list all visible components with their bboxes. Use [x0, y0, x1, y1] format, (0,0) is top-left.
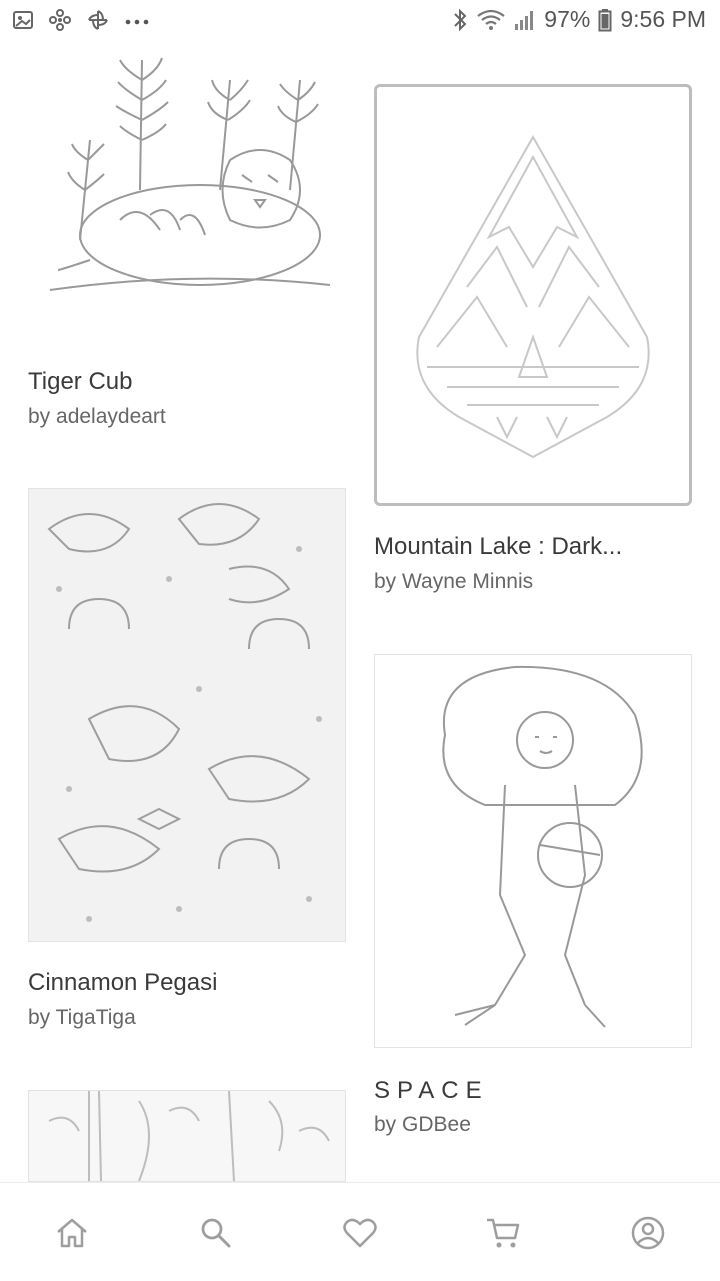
- nav-home[interactable]: [50, 1211, 94, 1255]
- pegasi-pattern-illustration[interactable]: [28, 488, 346, 942]
- battery-icon: [598, 8, 612, 32]
- nav-search[interactable]: [194, 1211, 238, 1255]
- nav-profile[interactable]: [626, 1211, 670, 1255]
- home-icon: [57, 1218, 87, 1248]
- nav-favorites[interactable]: [338, 1211, 382, 1255]
- card-title: Tiger Cub: [28, 368, 133, 395]
- card-title: Mountain Lake : Dark...: [374, 533, 623, 560]
- cart-icon: [487, 1218, 520, 1248]
- gallery-icon: [12, 9, 34, 31]
- status-bar: 97% 9:56 PM: [0, 0, 720, 44]
- fan-icon: [86, 8, 110, 32]
- card-author: by Wayne Minnis: [374, 570, 534, 593]
- pinwheel-icon: [48, 8, 72, 32]
- card-author: by GDBee: [374, 1113, 471, 1136]
- astronaut-girl-illustration[interactable]: [374, 654, 692, 1048]
- more-dots-icon: [124, 9, 150, 31]
- search-icon: [201, 1218, 231, 1248]
- bottom-navigation: [0, 1182, 720, 1281]
- wifi-icon: [476, 8, 506, 32]
- status-right: 97% 9:56 PM: [452, 6, 706, 33]
- partial-forest-illustration[interactable]: [28, 1090, 346, 1182]
- nav-cart[interactable]: [481, 1211, 525, 1255]
- signal-icon: [514, 8, 536, 32]
- clock: 9:56 PM: [620, 6, 706, 32]
- card-author: by adelaydeart: [28, 405, 166, 428]
- profile-icon: [631, 1216, 665, 1250]
- tiger-illustration[interactable]: [30, 40, 346, 340]
- card-title: SPACE: [374, 1077, 489, 1104]
- card-author: by TigaTiga: [28, 1006, 136, 1029]
- status-left-icons: [12, 8, 150, 32]
- battery-text: 97%: [544, 6, 591, 32]
- heart-icon: [343, 1218, 377, 1248]
- bluetooth-icon: [452, 7, 468, 33]
- card-title: Cinnamon Pegasi: [28, 969, 218, 996]
- mountain-lake-illustration[interactable]: [374, 84, 692, 506]
